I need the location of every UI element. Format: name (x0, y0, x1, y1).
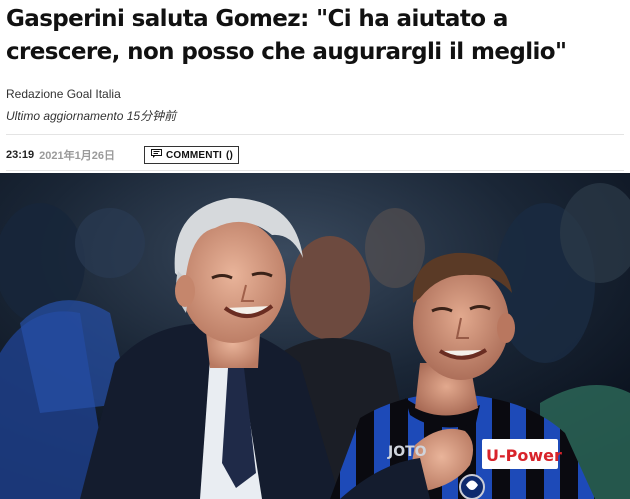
article-date: 2021年1月26日 (39, 150, 115, 162)
article-author[interactable]: Redazione Goal Italia (6, 87, 121, 101)
article: Gasperini saluta Gomez: "Ci ha aiutato a… (0, 0, 630, 499)
article-headline: Gasperini saluta Gomez: "Ci ha aiutato a… (6, 6, 567, 65)
article-photo: JOTO U-Power (0, 173, 630, 499)
divider (6, 170, 624, 171)
photo-illustration: JOTO U-Power (0, 173, 630, 499)
sponsor-text: U-Power (486, 446, 562, 465)
comments-button[interactable]: COMMENTI () (143, 146, 240, 164)
divider (6, 134, 624, 135)
comments-label: COMMENTI (165, 149, 223, 161)
sponsor-logo: U-Power (482, 439, 562, 469)
article-meta: 23:19 2021年1月26日 COMMENTI () (6, 145, 240, 165)
jersey-brand: JOTO (387, 444, 427, 460)
article-updated: Ultimo aggiornamento 15分钟前 (6, 109, 177, 123)
comments-count: () (226, 149, 234, 161)
article-time: 23:19 (6, 149, 35, 161)
comment-icon (150, 149, 162, 161)
club-crest-icon (459, 474, 485, 499)
